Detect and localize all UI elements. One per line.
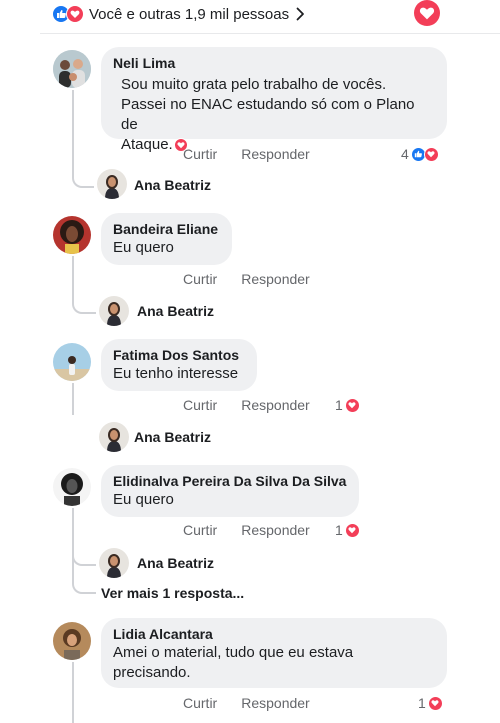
reply-author[interactable]: Ana Beatriz bbox=[137, 555, 214, 571]
comment-bubble[interactable]: Elidinalva Pereira Da Silva Da Silva Eu … bbox=[101, 465, 359, 517]
comment-text: Ataque. bbox=[121, 136, 173, 153]
avatar[interactable] bbox=[53, 50, 91, 88]
reply-avatar[interactable] bbox=[99, 422, 129, 452]
comment-text: Passei no ENAC estudando só com o Plano … bbox=[121, 96, 415, 133]
comment-text: Sou muito grata pelo trabalho de vocês. bbox=[121, 76, 387, 93]
thread-branch bbox=[72, 286, 96, 314]
reply-action[interactable]: Responder bbox=[241, 695, 310, 711]
thread-branch bbox=[72, 540, 96, 566]
divider bbox=[40, 33, 500, 34]
love-icon bbox=[66, 5, 84, 23]
comment-bubble[interactable]: Fatima Dos Santos Eu tenho interesse bbox=[101, 339, 257, 391]
comment-author[interactable]: Lidia Alcantara bbox=[113, 625, 435, 643]
reply-action[interactable]: Responder bbox=[241, 397, 310, 413]
avatar[interactable] bbox=[53, 343, 91, 381]
reaction-count[interactable]: 1 bbox=[418, 695, 443, 711]
reaction-count[interactable]: 1 bbox=[335, 397, 360, 413]
comment-bubble[interactable]: Lidia Alcantara Amei o material, tudo qu… bbox=[101, 618, 447, 688]
chevron-right-icon bbox=[296, 7, 305, 21]
avatar[interactable] bbox=[53, 216, 91, 254]
love-icon bbox=[344, 397, 360, 413]
reaction-count[interactable]: 1 bbox=[335, 522, 360, 538]
reaction-count-number: 1 bbox=[335, 397, 343, 413]
reply-author[interactable]: Ana Beatriz bbox=[134, 177, 211, 193]
comment-bubble[interactable]: Neli Lima Sou muito grata pelo trabalho … bbox=[101, 47, 447, 153]
reply-action[interactable]: Responder bbox=[241, 271, 310, 287]
reaction-count-number: 1 bbox=[418, 695, 426, 711]
reply-action[interactable]: Responder bbox=[241, 522, 310, 538]
comment-author[interactable]: Elidinalva Pereira Da Silva Da Silva bbox=[113, 472, 347, 490]
comment-text: precisando. bbox=[113, 664, 191, 681]
comment-text: Eu quero bbox=[113, 491, 174, 508]
reply-avatar[interactable] bbox=[99, 548, 129, 578]
comment-bubble[interactable]: Bandeira Eliane Eu quero bbox=[101, 213, 232, 265]
like-action[interactable]: Curtir bbox=[183, 146, 217, 162]
avatar[interactable] bbox=[53, 622, 91, 660]
comment-text: Amei o material, tudo que eu estava bbox=[113, 644, 354, 661]
love-react-button[interactable] bbox=[414, 0, 440, 26]
reply-action[interactable]: Responder bbox=[241, 146, 310, 162]
view-more-replies-link[interactable]: Ver mais 1 resposta... bbox=[101, 585, 244, 601]
heart-icon bbox=[419, 7, 435, 20]
reactions-summary[interactable]: Você e outras 1,9 mil pessoas bbox=[52, 3, 305, 25]
comment-author[interactable]: Neli Lima bbox=[113, 54, 435, 72]
avatar[interactable] bbox=[53, 468, 91, 506]
like-action[interactable]: Curtir bbox=[183, 271, 217, 287]
reactions-summary-text: Você e outras 1,9 mil pessoas bbox=[89, 5, 290, 23]
comment-text: Eu tenho interesse bbox=[113, 365, 239, 382]
comment-text: Eu quero bbox=[113, 239, 174, 256]
like-action[interactable]: Curtir bbox=[183, 522, 217, 538]
thread-line bbox=[72, 90, 74, 170]
reply-author[interactable]: Ana Beatriz bbox=[134, 429, 211, 445]
comment-author[interactable]: Fatima Dos Santos bbox=[113, 346, 245, 364]
comment-author[interactable]: Bandeira Eliane bbox=[113, 220, 220, 238]
thread-branch bbox=[72, 570, 96, 594]
thread-branch bbox=[72, 160, 94, 188]
thread-line bbox=[72, 383, 74, 415]
love-icon bbox=[423, 146, 439, 162]
reply-avatar[interactable] bbox=[99, 296, 129, 326]
reply-author[interactable]: Ana Beatriz bbox=[137, 303, 214, 319]
love-icon bbox=[427, 695, 443, 711]
thread-line bbox=[72, 662, 74, 723]
reaction-count-number: 4 bbox=[401, 146, 409, 162]
love-icon bbox=[344, 522, 360, 538]
reaction-count[interactable]: 4 bbox=[401, 146, 439, 162]
reaction-count-number: 1 bbox=[335, 522, 343, 538]
reply-avatar[interactable] bbox=[97, 169, 127, 199]
like-action[interactable]: Curtir bbox=[183, 695, 217, 711]
like-action[interactable]: Curtir bbox=[183, 397, 217, 413]
